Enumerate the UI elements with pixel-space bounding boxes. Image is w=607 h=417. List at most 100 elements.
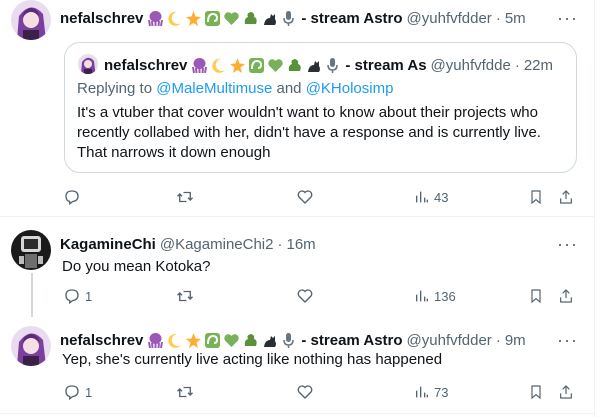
- share-button[interactable]: [558, 188, 574, 206]
- black-cat-icon: [261, 332, 278, 349]
- octopus-icon: [147, 10, 164, 27]
- display-name[interactable]: nefalschrev: [60, 10, 143, 27]
- bookmark-icon: [531, 289, 541, 304]
- reply-icon: [65, 190, 79, 206]
- crescent-moon-icon: [166, 332, 183, 349]
- reply-icon: [65, 385, 79, 401]
- quoted-display-name: nefalschrev: [104, 56, 188, 74]
- timestamp[interactable]: 9m: [505, 332, 526, 349]
- retweet-button[interactable]: [176, 383, 194, 401]
- avatar[interactable]: [11, 0, 51, 40]
- avatar[interactable]: [11, 326, 51, 366]
- user-handle[interactable]: @KagamineChi2: [160, 236, 274, 253]
- separator-dot: ·: [277, 235, 283, 253]
- replying-to: Replying to @MaleMultimuse and @KHolosim…: [77, 80, 393, 97]
- share-icon: [560, 289, 572, 303]
- green-heart-icon: [223, 10, 240, 27]
- view-count: 73: [434, 384, 449, 400]
- quoted-name-emojis: [191, 57, 341, 74]
- tweet-header: KagamineChi @KagamineChi2 · 16m: [60, 234, 550, 254]
- swirl-icon: [204, 332, 221, 349]
- analytics-icon: [416, 386, 428, 398]
- crescent-moon-icon: [210, 57, 227, 74]
- bookmark-icon: [531, 385, 541, 400]
- retweet-button[interactable]: [176, 188, 194, 206]
- reply-button[interactable]: [63, 188, 81, 206]
- timestamp[interactable]: 16m: [286, 236, 315, 253]
- reply-button[interactable]: 1: [63, 383, 92, 401]
- user-handle[interactable]: @yuhfvfdder: [407, 10, 492, 27]
- reply-icon: [65, 289, 79, 305]
- bookmark-icon: [531, 190, 541, 205]
- like-button[interactable]: [296, 383, 314, 401]
- bookmark-button[interactable]: [528, 287, 544, 305]
- star-icon: [185, 10, 202, 27]
- views-button[interactable]: 73: [414, 383, 448, 401]
- page-edge: [594, 0, 607, 417]
- name-emojis: [147, 10, 297, 27]
- crescent-moon-icon: [166, 10, 183, 27]
- more-options-icon[interactable]: ···: [557, 9, 578, 27]
- like-button[interactable]: [296, 287, 314, 305]
- octopus-icon: [191, 57, 208, 74]
- heart-icon: [297, 289, 313, 303]
- user-handle[interactable]: @yuhfvfdder: [407, 332, 492, 349]
- share-button[interactable]: [558, 287, 574, 305]
- separator-dot: ·: [495, 9, 501, 27]
- timestamp[interactable]: 5m: [505, 10, 526, 27]
- views-button[interactable]: 136: [414, 287, 456, 305]
- more-options-icon[interactable]: ···: [557, 235, 578, 253]
- analytics-icon: [416, 290, 428, 302]
- more-options-icon[interactable]: ···: [557, 331, 578, 349]
- retweet-icon: [177, 191, 193, 203]
- tweet-text: Do you mean Kotoka?: [62, 258, 211, 275]
- star-icon: [185, 332, 202, 349]
- quoted-avatar: [78, 54, 98, 74]
- reply-count: 1: [85, 288, 93, 304]
- display-name[interactable]: KagamineChi: [60, 236, 156, 253]
- replying-to-prefix: Replying to: [77, 80, 153, 97]
- quoted-display-name-suffix: - stream As: [345, 56, 427, 74]
- tweet-text: Yep, she's currently live acting like no…: [62, 351, 443, 368]
- dragon-icon: [242, 10, 259, 27]
- bookmark-button[interactable]: [528, 188, 544, 206]
- quoted-tweet-header: nefalschrev - stream As @yuhfvfdde · 22m: [104, 55, 570, 75]
- black-cat-icon: [305, 57, 322, 74]
- green-heart-icon: [223, 332, 240, 349]
- view-count: 136: [434, 288, 456, 304]
- quoted-timestamp: 22m: [523, 56, 554, 74]
- retweet-icon: [177, 290, 193, 302]
- mention-link[interactable]: @KHolosimp: [306, 80, 394, 97]
- bookmark-button[interactable]: [528, 383, 544, 401]
- tweet-header: nefalschrev - stream Astro @yuhfvfdder ·…: [60, 8, 560, 28]
- quoted-tweet-text: It's a vtuber that cover wouldn't want t…: [77, 104, 541, 161]
- dragon-icon: [242, 332, 259, 349]
- separator-dot: ·: [514, 56, 520, 74]
- octopus-icon: [147, 332, 164, 349]
- display-name-suffix: - stream Astro: [301, 9, 403, 27]
- retweet-icon: [177, 386, 193, 398]
- share-icon: [560, 385, 572, 399]
- analytics-icon: [416, 191, 428, 203]
- share-icon: [560, 190, 572, 204]
- retweet-button[interactable]: [176, 287, 194, 305]
- microphone-icon: [324, 57, 341, 74]
- display-name[interactable]: nefalschrev: [60, 332, 143, 349]
- display-name-suffix: - stream Astro: [301, 331, 403, 349]
- microphone-icon: [280, 10, 297, 27]
- views-button[interactable]: 43: [414, 188, 448, 206]
- mention-link[interactable]: @MaleMultimuse: [156, 80, 272, 97]
- quoted-user-handle: @yuhfvfdde: [430, 56, 511, 74]
- share-button[interactable]: [558, 383, 574, 401]
- name-emojis: [147, 332, 297, 349]
- swirl-icon: [248, 57, 265, 74]
- microphone-icon: [280, 332, 297, 349]
- star-icon: [229, 57, 246, 74]
- black-cat-icon: [261, 10, 278, 27]
- like-button[interactable]: [296, 188, 314, 206]
- view-count: 43: [434, 189, 449, 205]
- reply-button[interactable]: 1: [63, 287, 92, 305]
- tweet-header: nefalschrev - stream Astro @yuhfvfdder ·…: [60, 330, 560, 350]
- avatar[interactable]: [11, 230, 51, 270]
- divider: [0, 216, 594, 217]
